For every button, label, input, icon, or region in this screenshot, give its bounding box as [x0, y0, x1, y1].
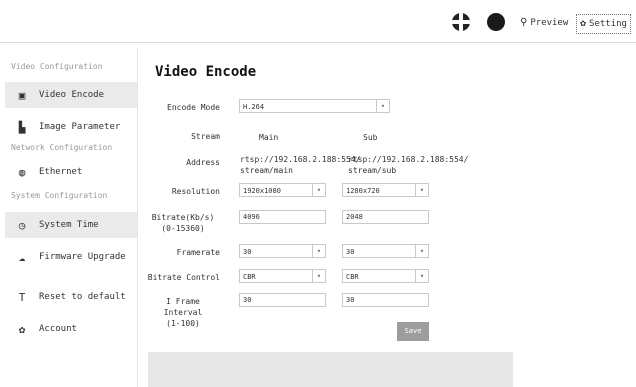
address-sub: rtsp://192.168.2.188:554/ stream/sub: [348, 155, 469, 175]
i-frame-interval-label: I Frame Interval (1-100): [163, 297, 203, 328]
i-frame-interval-sub-input[interactable]: 30: [342, 293, 429, 307]
sidebar-item-reset-to-default[interactable]: T Reset to default: [5, 284, 137, 310]
resolution-main-select[interactable]: 1920x1080 ▾: [239, 183, 326, 197]
sidebar-item-label: Image Parameter: [39, 122, 121, 132]
framerate-sub-value: 30: [346, 248, 355, 256]
encode-mode-select[interactable]: H.264 ▾: [239, 99, 390, 113]
resolution-sub-value: 1280x720: [346, 187, 380, 195]
setting-label: Setting: [589, 19, 627, 29]
chevron-down-icon: ▾: [312, 270, 325, 282]
address-main: rtsp://192.168.2.188:554/ stream/main: [240, 155, 361, 175]
top-bar: ⚲ Preview ✿ Setting: [0, 0, 636, 43]
sidebar-item-label: System Time: [39, 220, 99, 230]
circle-icon[interactable]: [487, 13, 505, 31]
bitrate-sub-input[interactable]: 2048: [342, 210, 429, 224]
stream-label: Stream: [191, 132, 220, 141]
i-frame-interval-main-input[interactable]: 30: [239, 293, 326, 307]
footer-bar: [148, 352, 513, 387]
sidebar-item-video-encode[interactable]: ▣ Video Encode: [5, 82, 137, 108]
gear-icon: ✿: [18, 322, 26, 336]
chevron-down-icon: ▾: [312, 245, 325, 257]
section-network-configuration: Network Configuration: [11, 143, 113, 152]
chevron-down-icon: ▾: [415, 184, 428, 196]
sidebar-item-label: Firmware Upgrade: [39, 252, 126, 262]
cloud-upload-icon: ☁: [18, 250, 26, 264]
bitrate-control-sub-select[interactable]: CBR ▾: [342, 269, 429, 283]
sidebar-item-label: Video Encode: [39, 90, 105, 100]
page-title: Video Encode: [155, 64, 257, 80]
resolution-label: Resolution: [171, 187, 220, 196]
sidebar: Video Configuration ▣ Video Encode ▙ Ima…: [5, 48, 138, 387]
bitrate-control-main-select[interactable]: CBR ▾: [239, 269, 326, 283]
sidebar-item-label: Ethernet: [39, 167, 83, 177]
bitrate-main-input[interactable]: 4096: [239, 210, 326, 224]
chevron-down-icon: ▾: [415, 270, 428, 282]
framerate-main-select[interactable]: 30 ▾: [239, 244, 326, 258]
sidebar-item-label: Reset to default: [39, 292, 126, 302]
chevron-down-icon: ▾: [415, 245, 428, 257]
preview-button[interactable]: ⚲ Preview: [520, 14, 568, 32]
preview-label: Preview: [530, 18, 569, 28]
bitrate-control-sub-value: CBR: [346, 273, 359, 281]
sidebar-item-account[interactable]: ✿ Account: [5, 316, 137, 342]
bitrate-control-label: Bitrate Control: [147, 273, 220, 282]
chevron-down-icon: ▾: [376, 100, 389, 112]
encode-mode-label: Encode Mode: [167, 103, 220, 112]
stream-sub: Sub: [363, 133, 378, 142]
clock-icon: ◷: [18, 218, 26, 232]
encode-mode-value: H.264: [243, 103, 265, 111]
setting-button[interactable]: ✿ Setting: [576, 14, 631, 34]
resolution-sub-select[interactable]: 1280x720 ▾: [342, 183, 429, 197]
image-icon: ▙: [18, 120, 26, 134]
framerate-main-value: 30: [243, 248, 252, 256]
sidebar-item-firmware-upgrade[interactable]: ☁ Firmware Upgrade: [5, 244, 137, 270]
save-button[interactable]: Save: [397, 322, 429, 341]
text-cursor-icon: T: [18, 290, 26, 304]
uk-flag-icon[interactable]: [452, 13, 470, 31]
bitrate-control-main-value: CBR: [243, 273, 256, 281]
framerate-label: Framerate: [176, 248, 220, 257]
section-video-configuration: Video Configuration: [11, 62, 103, 71]
framerate-sub-select[interactable]: 30 ▾: [342, 244, 429, 258]
section-system-configuration: System Configuration: [11, 191, 108, 200]
resolution-main-value: 1920x1080: [243, 187, 281, 195]
globe-icon: ◍: [18, 165, 26, 179]
sidebar-item-image-parameter[interactable]: ▙ Image Parameter: [5, 114, 137, 140]
chevron-down-icon: ▾: [312, 184, 325, 196]
sidebar-item-label: Account: [39, 324, 77, 334]
video-icon: ▣: [18, 88, 26, 102]
sidebar-item-system-time[interactable]: ◷ System Time: [5, 212, 137, 238]
address-label: Address: [186, 158, 220, 167]
eye-icon: ⚲: [520, 17, 528, 28]
bitrate-label: Bitrate(Kb/s) (0-15360): [151, 213, 215, 233]
sidebar-item-ethernet[interactable]: ◍ Ethernet: [5, 159, 137, 185]
gear-icon: ✿: [580, 18, 587, 29]
stream-main: Main: [259, 133, 279, 142]
